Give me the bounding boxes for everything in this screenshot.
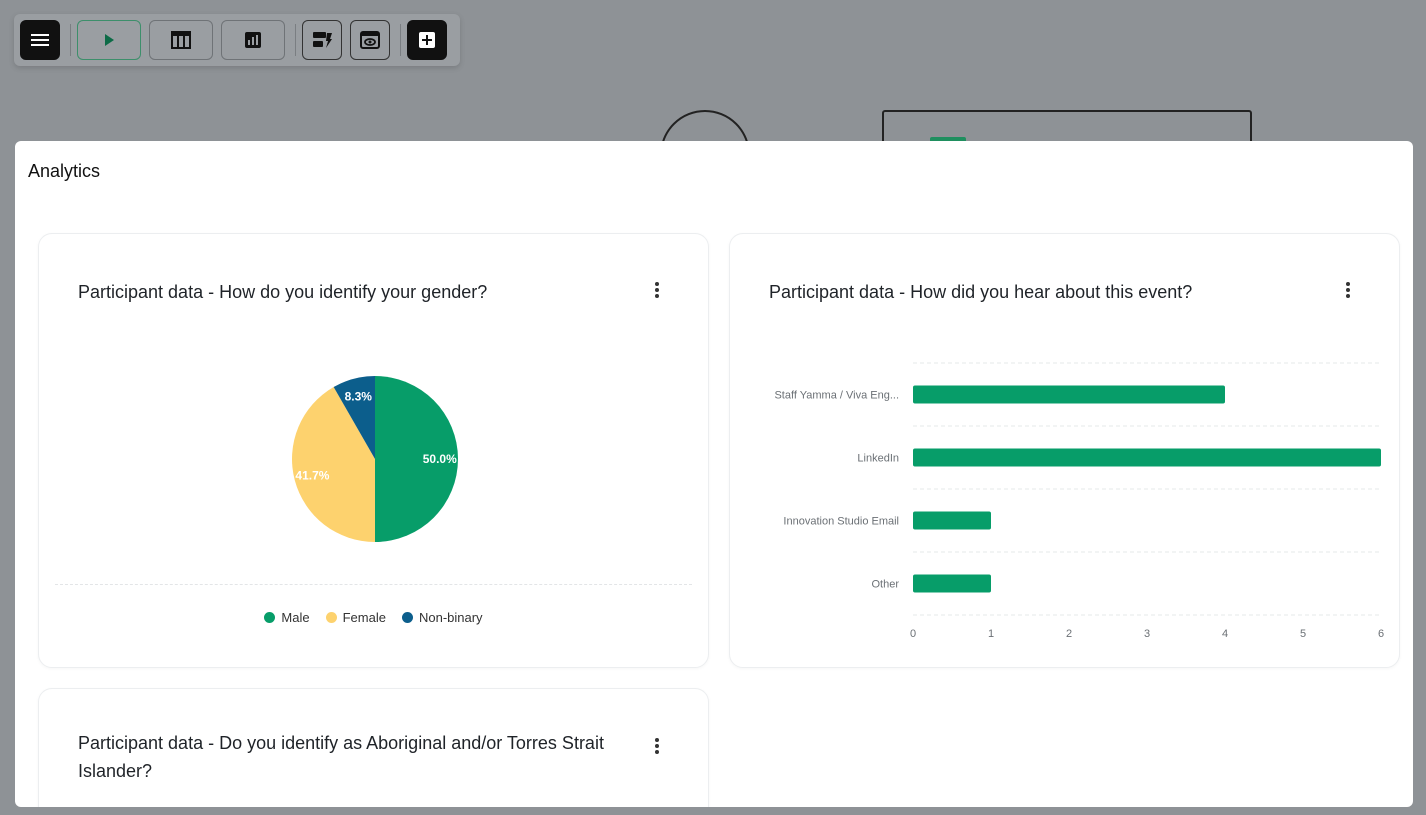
legend-label: Non-binary [418,610,483,625]
category-tick-label: Other [871,579,899,591]
x-tick-label: 3 [1144,628,1150,640]
pie-data-label: 50.0% [423,452,457,466]
legend-item[interactable]: Non-binary [401,610,483,625]
x-tick-label: 4 [1222,628,1228,640]
legend-item[interactable]: Female [325,610,386,625]
category-tick-label: Innovation Studio Email [783,516,899,528]
preview-icon [360,31,380,49]
card-title: Participant data - Do you identify as Ab… [78,733,604,781]
menu-icon [31,34,49,46]
pie-data-label: 41.7% [295,469,329,483]
bar-staff-yamma-viva-eng[interactable] [913,385,1225,404]
bar-innovation-studio-email[interactable] [913,511,991,530]
aboriginal-chart-card: Participant data - Do you identify as Ab… [38,688,709,807]
analytics-button[interactable] [221,20,285,60]
legend-dot-icon [325,612,337,623]
pie-legend: Male Female Non-binary [39,610,708,625]
analytics-modal: Analytics Participant data - How do you … [15,141,1413,807]
layout-icon [313,32,332,48]
hear-about-chart-card: Participant data - How did you hear abou… [729,233,1400,668]
x-tick-label: 0 [910,628,916,640]
x-tick-label: 2 [1066,628,1072,640]
legend-dot-icon [264,612,276,623]
modal-title: Analytics [28,161,101,181]
menu-button[interactable] [20,20,60,60]
play-button[interactable] [77,20,141,60]
legend-item[interactable]: Male [264,610,310,625]
toolbar [14,14,460,66]
gender-chart-card: Participant data - How do you identify y… [38,233,709,668]
layout-button[interactable] [302,20,342,60]
x-tick-label: 6 [1378,628,1384,640]
legend-dot-icon [401,612,413,623]
table-icon [171,31,191,49]
add-button[interactable] [407,20,447,60]
bar-chart: Staff Yamma / Viva Eng... LinkedIn Innovat… [774,362,1384,640]
category-tick-label: LinkedIn [857,453,899,465]
legend-label: Male [281,610,310,625]
add-icon [419,32,435,48]
play-icon [105,34,114,46]
x-tick-label: 1 [988,628,994,640]
pie-data-label: 8.3% [345,389,373,403]
more-options-icon[interactable] [649,738,665,758]
bar-other[interactable] [913,574,991,593]
bar-chart-icon [245,32,261,48]
legend-label: Female [342,610,386,625]
x-tick-label: 5 [1300,628,1306,640]
pie-chart: 50.0% 41.7% 8.3% [291,376,458,542]
preview-button[interactable] [350,20,390,60]
table-button[interactable] [149,20,213,60]
bar-linkedin[interactable] [913,448,1381,467]
category-tick-label: Staff Yamma / Viva Eng... [774,390,899,402]
legend-divider [55,584,692,585]
